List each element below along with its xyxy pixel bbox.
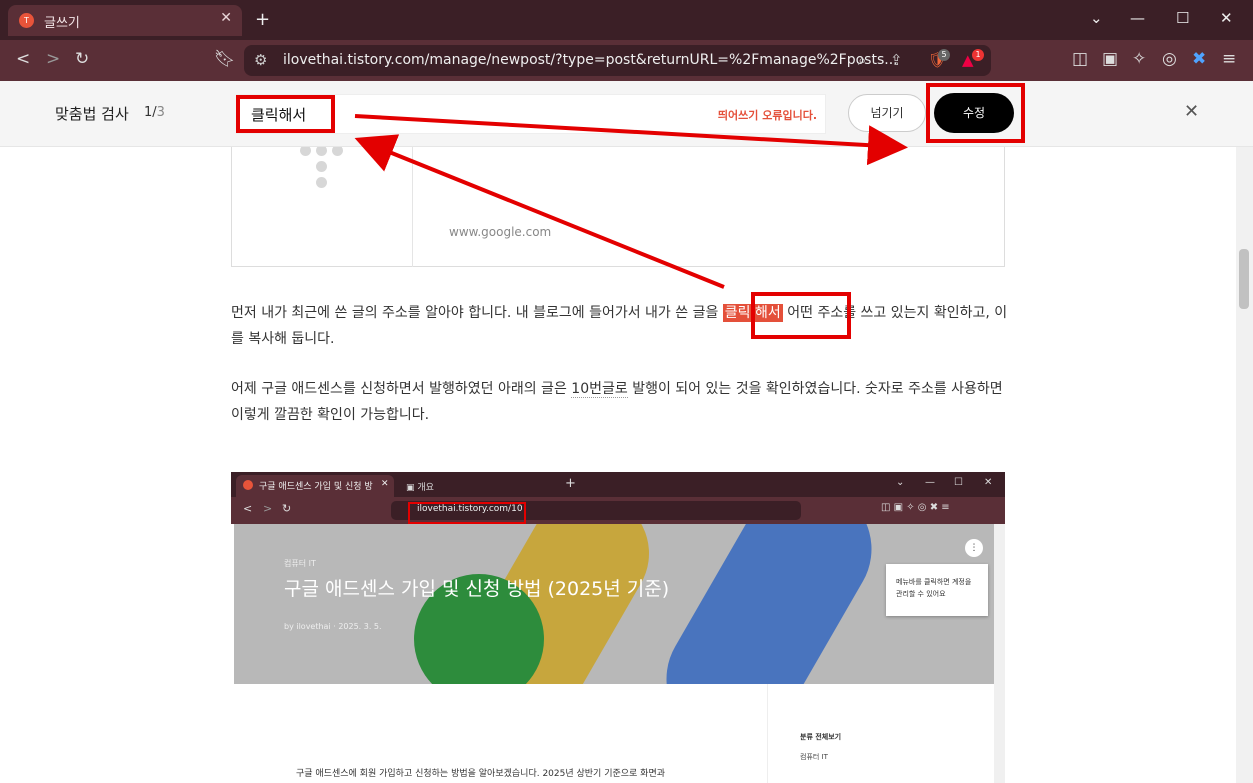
shot-tab-title: 구글 애드센스 가입 및 신청 방 (259, 482, 373, 492)
spellcheck-error-message: 띄어쓰기 오류입니다. (717, 109, 817, 122)
spellcheck-count: 1/3 (144, 105, 165, 120)
close-spellcheck-icon[interactable]: ✕ (1184, 101, 1199, 122)
new-tab-button[interactable]: + (255, 9, 270, 30)
shot-close-window-icon: ✕ (984, 477, 993, 488)
shot-chevron-icon: ⌄ (896, 477, 905, 488)
shot-nav-bar: < > ↻ ilovethai.tistory.com/10 ◫ ▣ ✧ ◎ ✖… (231, 497, 1005, 524)
navigation-bar: < > ↻ 🔖︎ ⚙︎ ilovethai.tistory.com/manage… (0, 40, 1253, 81)
link-preview-card[interactable]: www.google.com (231, 147, 1005, 267)
shot-url-annotation-box (408, 502, 526, 524)
forward-button[interactable]: > (46, 49, 60, 69)
wallet-icon[interactable]: ▣ (1102, 49, 1118, 69)
shot-tab: 구글 애드센스 가입 및 신청 방 ✕ (236, 475, 394, 497)
extension-icon[interactable]: ✖︎ (1192, 49, 1206, 69)
link-url: www.google.com (449, 225, 552, 239)
back-button[interactable]: < (16, 49, 30, 69)
count-current: 1/ (144, 105, 157, 120)
shot-tab2-title: 개요 (417, 483, 434, 493)
shot-category: 컴퓨터 IT (284, 559, 316, 568)
placeholder-dot (316, 161, 327, 172)
embedded-screenshot[interactable]: 구글 애드센스 가입 및 신청 방 ✕ ▣ 개요 + ⌄ — ☐ ✕ < > ↻… (231, 472, 1005, 783)
link-thumbnail (232, 147, 413, 267)
tab-bar: T 글쓰기 ✕ + ⌄ — ☐ ✕ (0, 0, 1253, 40)
shot-max-icon: ☐ (954, 477, 963, 488)
close-tab-icon[interactable]: ✕ (220, 10, 232, 26)
para1-text-a: 먼저 내가 최근에 쓴 글의 주소를 알아야 합니다. 내 블로그에 들어가서 … (231, 305, 723, 321)
sidebar-toggle-icon[interactable]: ◫ (1072, 49, 1088, 69)
minimize-button[interactable]: — (1130, 9, 1145, 27)
word-annotation-box (236, 95, 335, 133)
share-icon[interactable]: ⇪ (890, 51, 903, 69)
para2-text-a: 어제 구글 애드센스를 신청하면서 발행하였던 아래의 글은 (231, 381, 572, 397)
vpn-icon[interactable]: ◎ (1162, 49, 1177, 69)
shot-forward-icon: > (263, 502, 273, 515)
shot-tab-bar: 구글 애드센스 가입 및 신청 방 ✕ ▣ 개요 + ⌄ — ☐ ✕ (231, 472, 1005, 497)
shot-menu-icon: ⋮ (965, 539, 983, 557)
tab-list-chevron-icon[interactable]: ⌄ (1090, 9, 1103, 27)
spellcheck-bar: 맞춤법 검사 1/3 클릭해서 띄어쓰기 오류입니다. 넘기기 수정 ✕ (0, 81, 1253, 147)
paragraph-1[interactable]: 먼저 내가 최근에 쓴 글의 주소를 알아야 합니다. 내 블로그에 들어가서 … (231, 300, 1011, 352)
placeholder-dot (316, 147, 327, 156)
shot-newtab-icon: + (565, 476, 576, 491)
placeholder-dot (316, 177, 327, 188)
spellcheck-title: 맞춤법 검사 (55, 105, 129, 123)
shot-hero-banner: 컴퓨터 IT 구글 애드센스 가입 및 신청 방법 (2025년 기준) by … (234, 524, 994, 684)
close-window-button[interactable]: ✕ (1220, 9, 1233, 27)
paragraph-2[interactable]: 어제 구글 애드센스를 신청하면서 발행하였던 아래의 글은 10번글로 발행이… (231, 376, 1011, 428)
placeholder-dot (332, 147, 343, 156)
site-settings-icon[interactable]: ⚙︎ (254, 51, 267, 69)
shot-title: 구글 애드센스 가입 및 신청 방법 (2025년 기준) (284, 578, 670, 600)
shot-logo-blue (642, 524, 896, 684)
shot-side-cat: 컴퓨터 IT (800, 753, 828, 761)
brave-badge: 5 (938, 49, 950, 61)
placeholder-dot (300, 147, 311, 156)
spell-underline: 10번글로 (571, 381, 628, 398)
shot-scrollbar (994, 524, 1005, 783)
shot-back-icon: < (243, 502, 253, 515)
maximize-button[interactable]: ☐ (1176, 9, 1189, 27)
highlight-annotation-box (751, 292, 851, 339)
shot-side-all: 분류 전체보기 (800, 733, 842, 741)
url-text[interactable]: ilovethai.tistory.com/manage/newpost/?ty… (283, 52, 898, 68)
count-total: 3 (156, 105, 165, 120)
shot-close-icon: ✕ (381, 479, 389, 489)
editor-content[interactable]: www.google.com 먼저 내가 최근에 쓴 글의 주소를 알아야 합니… (0, 147, 1253, 783)
rewards-badge: 1 (972, 49, 984, 61)
address-bar[interactable]: ⚙︎ ilovethai.tistory.com/manage/newpost/… (244, 45, 991, 76)
bookmark-icon[interactable]: 🔖︎ (214, 49, 236, 69)
shot-byline: by ilovethai · 2025. 3. 5. (284, 622, 382, 631)
menu-icon[interactable]: ≡ (1222, 49, 1236, 69)
shot-reload-icon: ↻ (282, 502, 292, 515)
shot-sidebar: 분류 전체보기 컴퓨터 IT (767, 684, 994, 783)
fix-button-annotation-box (926, 83, 1025, 143)
shot-toolbar-icons: ◫ ▣ ✧ ◎ ✖︎ ≡ (881, 502, 950, 513)
tistory-favicon-icon: T (19, 13, 34, 28)
skip-button[interactable]: 넘기기 (848, 94, 926, 132)
shot-body-text: 구글 애드센스에 회원 가입하고 신청하는 방법을 알아보겠습니다. 2025년… (296, 769, 666, 779)
browser-tab[interactable]: T 글쓰기 ✕ (8, 5, 242, 36)
shot-favicon-icon (243, 480, 253, 490)
leo-ai-icon[interactable]: ✧ (1132, 49, 1146, 69)
shot-min-icon: — (925, 477, 935, 488)
reload-button[interactable]: ↻ (75, 49, 89, 69)
zoom-icon[interactable]: ⌕ (858, 51, 866, 69)
shot-tooltip: 메뉴바를 클릭하면 계정을 관리할 수 있어요 (886, 564, 988, 616)
page-scrollbar-thumb[interactable] (1239, 249, 1249, 309)
page-scrollbar[interactable] (1236, 147, 1253, 783)
shot-tab-2: ▣ 개요 (406, 483, 434, 493)
tab-title: 글쓰기 (44, 16, 80, 31)
